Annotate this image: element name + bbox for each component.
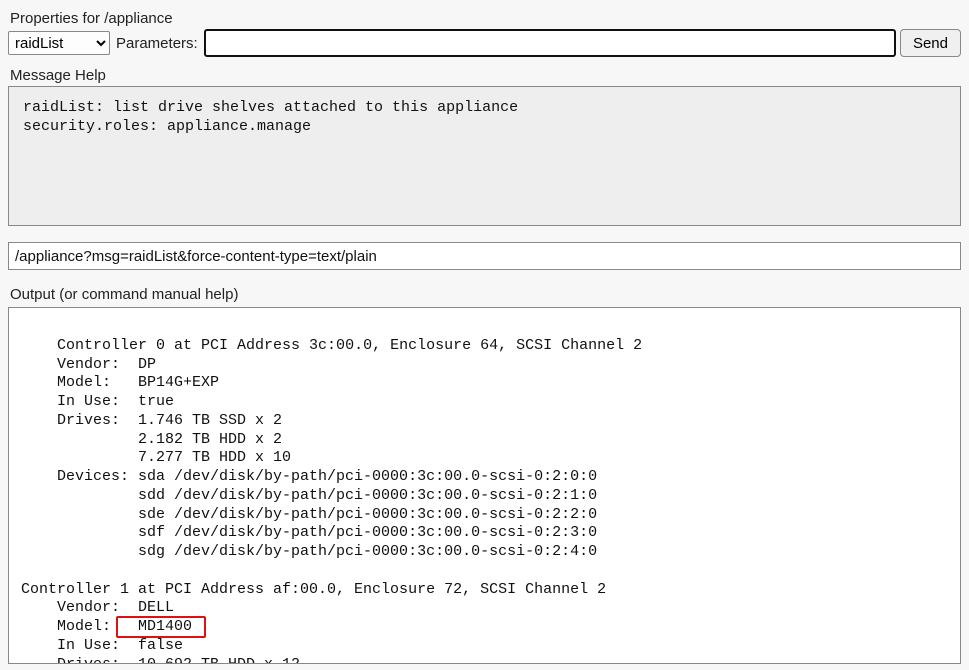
- message-help-box: raidList: list drive shelves attached to…: [8, 86, 961, 226]
- parameters-label: Parameters:: [116, 35, 198, 52]
- output-box: Controller 0 at PCI Address 3c:00.0, Enc…: [8, 307, 961, 664]
- properties-label: Properties for /appliance: [10, 10, 961, 27]
- request-url-input[interactable]: [8, 242, 961, 270]
- message-select[interactable]: raidList: [8, 31, 110, 55]
- output-text: Controller 0 at PCI Address 3c:00.0, Enc…: [21, 337, 642, 664]
- page-root: Properties for /appliance raidList Param…: [0, 0, 969, 664]
- message-help-label: Message Help: [10, 67, 961, 84]
- parameters-input[interactable]: [204, 29, 896, 57]
- send-button[interactable]: Send: [900, 29, 961, 57]
- output-label: Output (or command manual help): [10, 286, 961, 303]
- controls-row: raidList Parameters: Send: [8, 29, 961, 57]
